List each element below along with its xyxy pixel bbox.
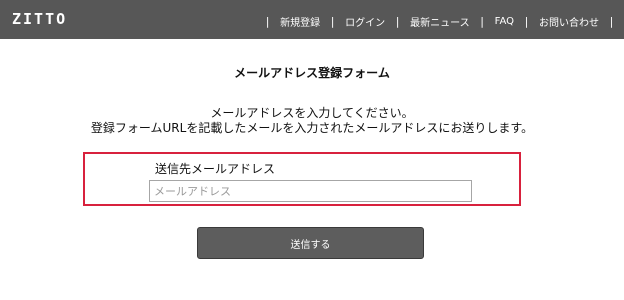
nav-link-contact[interactable]: お問い合わせ [539,14,599,29]
submit-button[interactable]: 送信する [197,227,424,259]
email-input[interactable] [149,180,472,202]
nav-separator: | [480,14,484,28]
nav-link-faq[interactable]: FAQ [495,16,514,27]
nav-link-login[interactable]: ログイン [345,14,385,29]
nav-separator: | [395,14,400,28]
header-nav: | 新規登録 | ログイン | 最新ニュース | FAQ | お問い合わせ | [255,13,624,29]
nav-link-register[interactable]: 新規登録 [280,14,320,29]
form-title: メールアドレス登録フォーム [234,66,390,80]
nav-separator: | [609,14,614,28]
site-logo[interactable]: ZITTO [12,10,67,28]
site-header: ZITTO | 新規登録 | ログイン | 最新ニュース | FAQ | お問い… [0,0,624,39]
nav-separator: | [265,14,270,28]
nav-separator: | [330,14,335,28]
page: ZITTO | 新規登録 | ログイン | 最新ニュース | FAQ | お問い… [0,0,624,300]
nav-link-news[interactable]: 最新ニュース [410,14,470,29]
form-description-line-2: 登録フォームURLを記載したメールを入力されたメールアドレスにお送りします。 [90,121,534,135]
nav-separator: | [524,14,529,28]
email-field-label: 送信先メールアドレス [155,162,276,176]
